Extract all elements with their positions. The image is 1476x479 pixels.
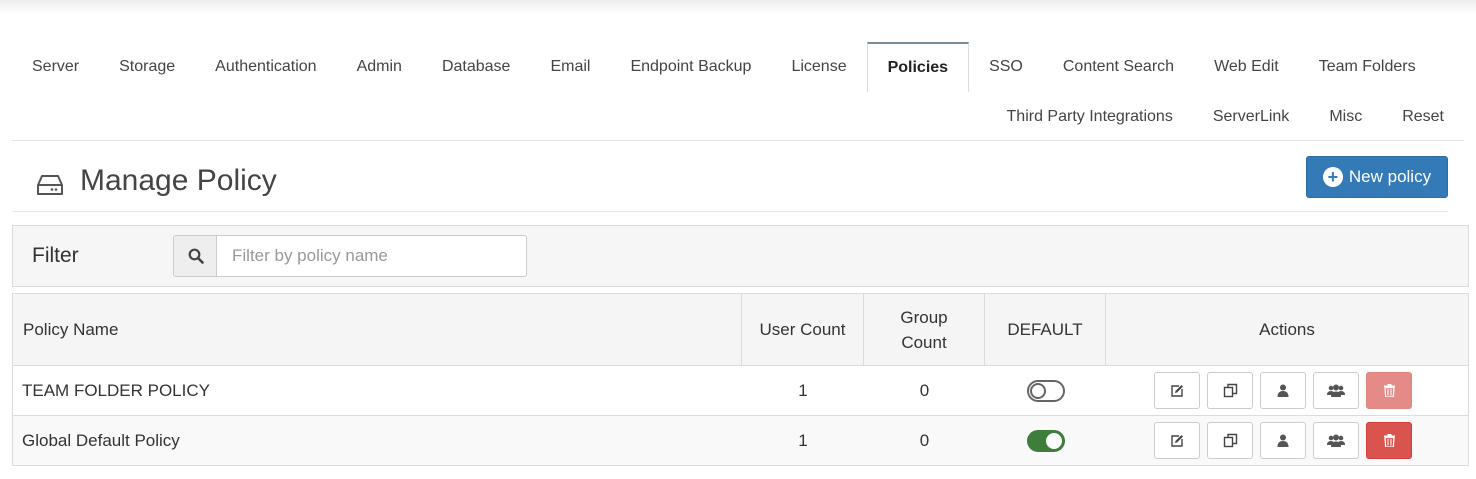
col-group-count-label: Group Count	[900, 305, 947, 355]
page-header: Manage Policy + New policy	[12, 156, 1448, 212]
toggle-knob	[1045, 432, 1062, 449]
toggle-knob	[1029, 382, 1046, 399]
user-icon	[1277, 434, 1289, 447]
policy-table: Policy Name User Count Group Count DEFAU…	[12, 293, 1469, 466]
trash-icon	[1383, 384, 1395, 397]
tab-serverlink[interactable]: ServerLink	[1193, 92, 1309, 142]
col-group-count[interactable]: Group Count	[864, 294, 985, 365]
tab-database[interactable]: Database	[422, 42, 531, 92]
edit-policy-button[interactable]	[1154, 372, 1200, 409]
default-toggle[interactable]	[1026, 429, 1065, 452]
edit-icon	[1171, 384, 1183, 397]
filter-panel: Filter	[12, 225, 1469, 287]
new-policy-label: New policy	[1348, 167, 1432, 186]
tab-sso[interactable]: SSO	[969, 42, 1043, 92]
new-policy-button[interactable]: + New policy	[1306, 156, 1448, 198]
col-user-count[interactable]: User Count	[742, 294, 864, 365]
users-group-icon	[1327, 384, 1345, 397]
tab-reset[interactable]: Reset	[1382, 92, 1464, 142]
col-policy-name[interactable]: Policy Name	[13, 294, 742, 365]
users-group-icon	[1327, 434, 1345, 447]
tab-policies[interactable]: Policies	[866, 42, 970, 92]
search-icon[interactable]	[173, 235, 217, 277]
actions-cell	[1106, 366, 1468, 415]
default-cell	[985, 416, 1106, 465]
copy-icon	[1223, 433, 1237, 448]
settings-tabs-row-2: Third Party Integrations ServerLink Misc…	[12, 92, 1464, 142]
policy-name: TEAM FOLDER POLICY	[22, 380, 210, 400]
table-header: Policy Name User Count Group Count DEFAU…	[13, 294, 1468, 366]
delete-policy-button[interactable]	[1366, 422, 1412, 459]
col-actions: Actions	[1259, 320, 1315, 339]
group-count: 0	[919, 380, 930, 400]
table-row: TEAM FOLDER POLICY 1 0	[13, 366, 1468, 416]
tab-storage[interactable]: Storage	[99, 42, 195, 92]
edit-icon	[1171, 434, 1183, 447]
manage-groups-button[interactable]	[1313, 422, 1359, 459]
tabs-divider	[12, 140, 1464, 141]
tab-team-folders[interactable]: Team Folders	[1299, 42, 1436, 92]
default-toggle[interactable]	[1026, 379, 1065, 402]
manage-users-button[interactable]	[1260, 372, 1306, 409]
tab-admin[interactable]: Admin	[337, 42, 422, 92]
actions-cell	[1106, 416, 1468, 465]
tab-content-search[interactable]: Content Search	[1043, 42, 1194, 92]
policy-name: Global Default Policy	[22, 430, 180, 450]
settings-tabs-row-1: Server Storage Authentication Admin Data…	[12, 42, 1464, 92]
tab-endpoint-backup[interactable]: Endpoint Backup	[610, 42, 771, 92]
filter-label: Filter	[32, 244, 79, 267]
group-count: 0	[919, 430, 930, 450]
user-count: 1	[798, 430, 808, 450]
copy-icon	[1223, 383, 1237, 398]
col-group-count-line2: Count	[901, 332, 947, 352]
col-group-count-line1: Group	[900, 307, 948, 327]
user-icon	[1277, 384, 1289, 397]
plus-circle-icon: +	[1322, 167, 1343, 187]
tab-authentication[interactable]: Authentication	[195, 42, 336, 92]
tab-server[interactable]: Server	[12, 42, 99, 92]
edit-policy-button[interactable]	[1154, 422, 1200, 459]
delete-policy-button[interactable]	[1366, 372, 1412, 409]
top-shadow	[0, 0, 1476, 14]
tab-web-edit[interactable]: Web Edit	[1194, 42, 1299, 92]
col-default[interactable]: DEFAULT	[985, 294, 1106, 365]
duplicate-policy-button[interactable]	[1207, 422, 1253, 459]
filter-policy-input[interactable]	[216, 235, 527, 277]
page-title: Manage Policy	[80, 164, 277, 197]
manage-users-button[interactable]	[1260, 422, 1306, 459]
user-count: 1	[798, 380, 808, 400]
tab-license[interactable]: License	[771, 42, 866, 92]
table-row: Global Default Policy 1 0	[13, 416, 1468, 466]
manage-groups-button[interactable]	[1313, 372, 1359, 409]
tab-email[interactable]: Email	[530, 42, 610, 92]
default-cell	[985, 366, 1106, 415]
tab-third-party-integrations[interactable]: Third Party Integrations	[987, 92, 1193, 142]
tab-misc[interactable]: Misc	[1309, 92, 1382, 142]
duplicate-policy-button[interactable]	[1207, 372, 1253, 409]
hard-drive-icon	[37, 175, 63, 195]
trash-icon	[1383, 434, 1395, 447]
